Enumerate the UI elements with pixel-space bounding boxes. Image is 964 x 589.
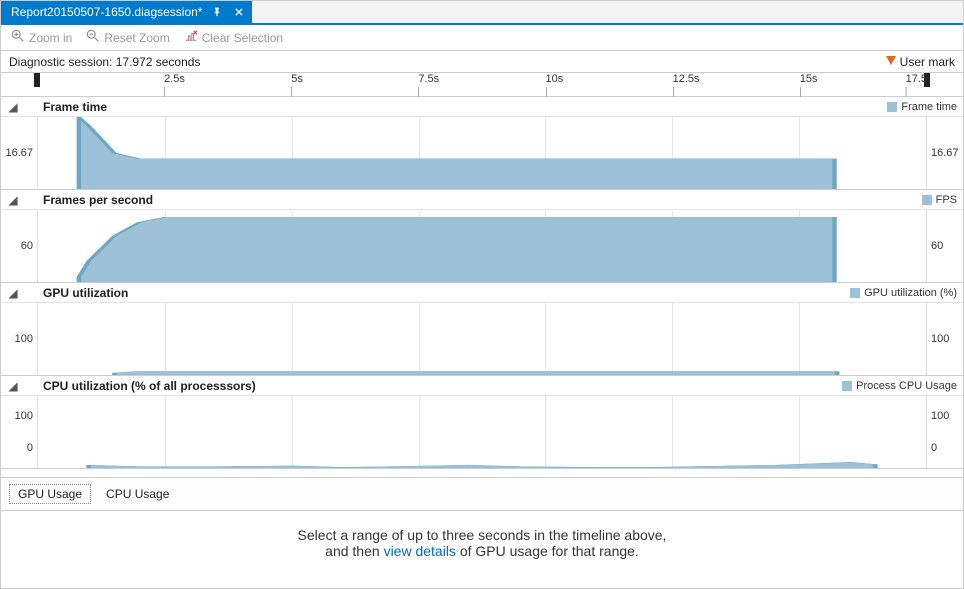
plot-gpu[interactable] [37, 303, 927, 375]
lane-title: GPU utilization [23, 286, 128, 300]
y-axis-right: 100 [927, 303, 963, 375]
lane-fps: ◢ Frames per second FPS 60 60 [1, 190, 963, 283]
toolbar: Zoom in Reset Zoom Clear Selection [1, 25, 963, 51]
reset-zoom-button[interactable]: Reset Zoom [86, 29, 169, 46]
reset-zoom-label: Reset Zoom [104, 31, 169, 45]
legend-label: GPU utilization (%) [864, 287, 957, 299]
lane-title: Frame time [23, 100, 107, 114]
axis-tick: 100 [15, 410, 33, 422]
ruler-tick: 2.5s [164, 73, 185, 85]
clear-selection-icon [184, 29, 198, 46]
lane-cpu: ◢ CPU utilization (% of all processsors)… [1, 376, 963, 469]
axis-tick: 16.67 [5, 147, 33, 159]
collapse-icon[interactable]: ◢ [7, 193, 19, 207]
session-label: Diagnostic session: 17.972 seconds [9, 55, 200, 69]
lane-gpu: ◢ GPU utilization GPU utilization (%) 10… [1, 283, 963, 376]
clear-selection-button[interactable]: Clear Selection [184, 29, 283, 46]
axis-tick: 0 [27, 442, 33, 454]
clear-selection-label: Clear Selection [202, 31, 283, 45]
lane-title: CPU utilization (% of all processsors) [23, 379, 256, 393]
legend-swatch [887, 102, 897, 112]
collapse-icon[interactable]: ◢ [7, 286, 19, 300]
y-axis-left: 60 [1, 210, 37, 282]
axis-tick: 0 [931, 442, 937, 454]
ruler-tick: 17.5 [906, 73, 927, 85]
ruler-tick: 10s [546, 73, 564, 85]
selection-handle-left[interactable] [34, 73, 40, 87]
axis-tick: 100 [15, 333, 33, 345]
zoom-in-label: Zoom in [29, 31, 72, 45]
close-icon[interactable] [232, 5, 246, 19]
y-axis-left: 100 [1, 303, 37, 375]
y-axis-left: 100 0 [1, 396, 37, 468]
document-tab[interactable]: Report20150507-1650.diagsession* [1, 1, 252, 23]
lane-title: Frames per second [23, 193, 153, 207]
hint-line1: Select a range of up to three seconds in… [1, 527, 963, 543]
detail-tab-strip: GPU Usage CPU Usage [1, 477, 963, 511]
document-tab-title: Report20150507-1650.diagsession* [11, 5, 202, 19]
zoom-in-button[interactable]: Zoom in [11, 29, 72, 46]
user-mark-icon [886, 55, 896, 69]
hint-line2: and then view details of GPU usage for t… [1, 543, 963, 559]
ruler-tick: 5s [291, 73, 303, 85]
legend-swatch [850, 288, 860, 298]
legend-label: Process CPU Usage [856, 380, 957, 392]
plot-fps[interactable] [37, 210, 927, 282]
tab-cpu-usage[interactable]: CPU Usage [97, 484, 178, 504]
legend-swatch [842, 381, 852, 391]
hint-panel: Select a range of up to three seconds in… [1, 511, 963, 583]
ruler-tick: 15s [800, 73, 818, 85]
axis-tick: 60 [931, 240, 943, 252]
axis-tick: 16.67 [931, 147, 959, 159]
view-details-link[interactable]: view details [384, 543, 456, 559]
legend-label: FPS [936, 194, 957, 206]
collapse-icon[interactable]: ◢ [7, 100, 19, 114]
legend-label: Frame time [901, 101, 957, 113]
collapse-icon[interactable]: ◢ [7, 379, 19, 393]
lane-frame-time: ◢ Frame time Frame time 16.67 16.67 [1, 97, 963, 190]
timeline-ruler[interactable]: 2.5s 5s 7.5s 10s 12.5s 15s 17.5 [1, 73, 963, 97]
plot-cpu[interactable] [37, 396, 927, 468]
pin-icon[interactable] [210, 5, 224, 19]
reset-zoom-icon [86, 29, 100, 46]
plot-frame-time[interactable] [37, 117, 927, 189]
y-axis-left: 16.67 [1, 117, 37, 189]
session-bar: Diagnostic session: 17.972 seconds User … [1, 51, 963, 73]
y-axis-right: 16.67 [927, 117, 963, 189]
axis-tick: 60 [21, 240, 33, 252]
zoom-in-icon [11, 29, 25, 46]
tab-gpu-usage[interactable]: GPU Usage [9, 484, 91, 504]
legend-swatch [922, 195, 932, 205]
axis-tick: 100 [931, 410, 949, 422]
document-tab-bar: Report20150507-1650.diagsession* [1, 1, 963, 25]
axis-tick: 100 [931, 333, 949, 345]
ruler-tick: 12.5s [673, 73, 700, 85]
ruler-tick: 7.5s [418, 73, 439, 85]
y-axis-right: 60 [927, 210, 963, 282]
y-axis-right: 100 0 [927, 396, 963, 468]
user-mark-label: User mark [900, 55, 955, 69]
